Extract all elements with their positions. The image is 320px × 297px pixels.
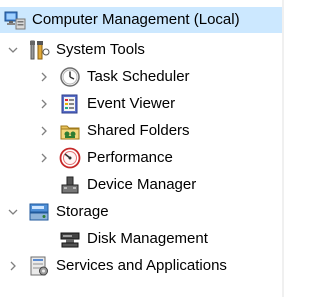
chevron-right-icon[interactable] [37, 118, 51, 144]
disk-management-icon [59, 228, 81, 250]
console-tree: Computer Management (Local) System Tools [0, 0, 284, 297]
chevron-right-icon[interactable] [37, 64, 51, 90]
event-viewer-icon [59, 93, 81, 115]
device-manager-icon [59, 174, 81, 196]
tree-item-services-and-applications[interactable]: Services and Applications [6, 253, 227, 279]
shared-folder-icon [59, 120, 81, 142]
tree-item-disk-management[interactable]: Disk Management [51, 226, 208, 252]
tree-item-system-tools[interactable]: System Tools [6, 37, 145, 63]
tree-item-storage[interactable]: Storage [6, 199, 109, 225]
tree-item-label: Storage [56, 203, 109, 220]
tree-item-device-manager[interactable]: Device Manager [51, 172, 196, 198]
tree-right-edge [282, 0, 284, 297]
tree-item-label: Disk Management [87, 230, 208, 247]
chevron-right-icon[interactable] [6, 253, 20, 279]
chevron-right-icon[interactable] [37, 145, 51, 171]
tree-item-event-viewer[interactable]: Event Viewer [37, 91, 175, 117]
tree-item-computer-management[interactable]: Computer Management (Local) [0, 7, 282, 33]
services-applications-icon [28, 255, 50, 277]
performance-gauge-icon [59, 147, 81, 169]
tree-item-label: Task Scheduler [87, 68, 190, 85]
storage-icon [28, 201, 50, 223]
system-tools-icon [28, 39, 50, 61]
chevron-down-icon[interactable] [6, 37, 20, 63]
tree-item-performance[interactable]: Performance [37, 145, 173, 171]
tree-item-task-scheduler[interactable]: Task Scheduler [37, 64, 190, 90]
tree-item-label: Shared Folders [87, 122, 190, 139]
tree-item-shared-folders[interactable]: Shared Folders [37, 118, 190, 144]
tree-item-label: Performance [87, 149, 173, 166]
chevron-down-icon[interactable] [6, 199, 20, 225]
tree-item-label: Services and Applications [56, 257, 227, 274]
tree-item-label: System Tools [56, 41, 145, 58]
chevron-right-icon[interactable] [37, 91, 51, 117]
clock-icon [59, 66, 81, 88]
tree-item-label: Event Viewer [87, 95, 176, 112]
tree-item-label: Device Manager [87, 176, 197, 193]
computer-management-icon [4, 9, 26, 31]
tree-item-label: Computer Management (Local) [32, 11, 240, 28]
